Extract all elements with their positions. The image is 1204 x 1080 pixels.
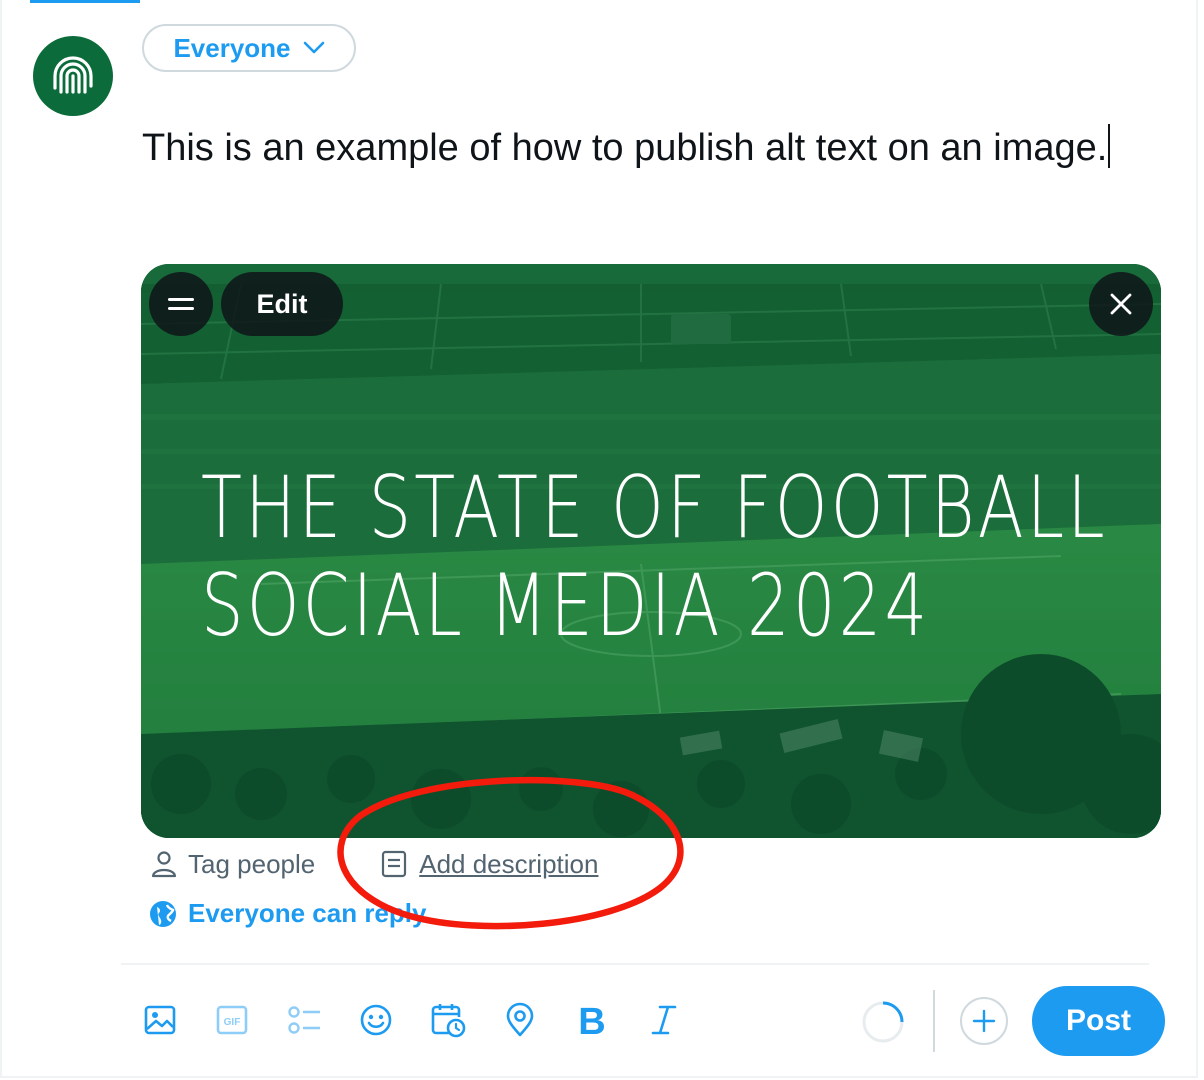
post-button[interactable]: Post xyxy=(1032,986,1165,1056)
compose-text-content: This is an example of how to publish alt… xyxy=(142,127,1108,169)
document-icon xyxy=(382,850,407,878)
schedule-icon xyxy=(431,1004,466,1038)
toolbar-separator xyxy=(933,990,935,1052)
emoji-icon xyxy=(360,1004,392,1036)
reply-setting-label: Everyone can reply xyxy=(188,898,427,928)
bold-icon: B xyxy=(578,1003,605,1037)
poll-tool-button[interactable] xyxy=(284,1000,324,1040)
media-edit-label: Edit xyxy=(256,288,308,319)
media-tool-button[interactable] xyxy=(140,1000,180,1040)
menu-icon xyxy=(168,298,194,310)
add-description-label: Add description xyxy=(419,848,599,879)
compose-textarea[interactable]: This is an example of how to publish alt… xyxy=(142,124,1142,172)
media-actions-row: Tag people Add description xyxy=(150,846,598,882)
emoji-tool-button[interactable] xyxy=(356,1000,396,1040)
tag-people-label: Tag people xyxy=(188,848,316,879)
schedule-tool-button[interactable] xyxy=(428,1000,468,1040)
chevron-down-icon xyxy=(303,41,324,54)
post-button-label: Post xyxy=(1065,1004,1131,1037)
gif-tool-button[interactable]: GIF xyxy=(212,1000,252,1040)
add-post-button[interactable] xyxy=(960,997,1008,1045)
gif-icon: GIF xyxy=(216,1005,248,1035)
close-icon xyxy=(1110,293,1132,315)
media-menu-button[interactable] xyxy=(149,272,213,336)
toolbar-divider xyxy=(121,963,1149,965)
location-tool-button[interactable] xyxy=(500,1000,540,1040)
poll-icon xyxy=(288,1006,320,1034)
globe-icon xyxy=(150,900,176,927)
audience-selector-button[interactable]: Everyone xyxy=(142,24,356,72)
bold-tool-button[interactable]: B xyxy=(572,1000,612,1040)
audience-label: Everyone xyxy=(173,32,291,63)
italic-icon xyxy=(651,1005,677,1035)
media-remove-button[interactable] xyxy=(1089,272,1153,336)
media-title-line1: THE STATE OF FOOTBALL xyxy=(201,458,1108,558)
avatar[interactable] xyxy=(33,36,113,116)
text-caret xyxy=(1108,124,1111,168)
reply-setting-button[interactable]: Everyone can reply xyxy=(148,898,426,929)
media-attachment: THE STATE OF FOOTBALL SOCIAL MEDIA 2024 … xyxy=(141,264,1161,838)
svg-text:B: B xyxy=(578,1003,605,1037)
location-icon xyxy=(506,1002,534,1037)
tab-indicator xyxy=(30,0,140,3)
brand-logo-icon xyxy=(53,56,93,94)
character-count-ring xyxy=(862,1001,904,1043)
media-edit-button[interactable]: Edit xyxy=(221,272,343,336)
media-title-text: THE STATE OF FOOTBALL SOCIAL MEDIA 2024 xyxy=(201,459,1108,655)
media-title-line2: SOCIAL MEDIA 2024 xyxy=(201,556,931,656)
italic-tool-button[interactable] xyxy=(644,1000,684,1040)
plus-icon xyxy=(972,1009,996,1033)
tag-people-button[interactable]: Tag people xyxy=(150,849,315,880)
image-icon xyxy=(144,1005,176,1035)
person-icon xyxy=(151,851,177,878)
add-description-button[interactable]: Add description xyxy=(381,849,598,880)
svg-text:GIF: GIF xyxy=(224,1017,241,1028)
